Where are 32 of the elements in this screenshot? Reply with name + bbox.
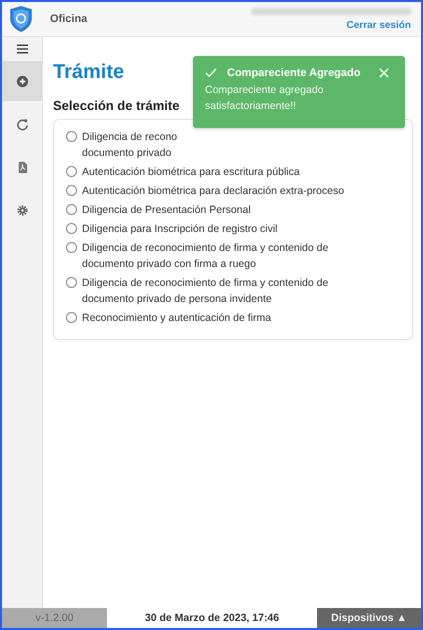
gear-icon: [16, 204, 28, 216]
option-label[interactable]: Autenticación biométrica para declaración extra-proceso: [82, 183, 344, 199]
date-time: 30 de Marzo de 2023, 17:46: [144, 611, 280, 626]
refresh-icon: [16, 118, 28, 130]
radio-button[interactable]: [66, 131, 77, 142]
radio-button[interactable]: [66, 204, 77, 215]
radio-button[interactable]: [66, 166, 77, 177]
office-title: Oficina: [50, 13, 88, 25]
check-icon: [205, 68, 217, 78]
version-label: v-1.2.00: [2, 608, 107, 628]
plus-circle-icon: [16, 74, 28, 88]
logout-link[interactable]: Cerrar sesión: [346, 20, 411, 30]
option-label[interactable]: Diligencia de Presentación Personal: [82, 202, 251, 218]
page-title: Trámite: [53, 61, 124, 84]
radio-button[interactable]: [66, 312, 77, 323]
option-label[interactable]: Diligencia de reconocimiento de firma y contenido de documento privado con firma a ruego: [82, 240, 328, 272]
option-label[interactable]: Diligencia de recono documento privado: [82, 129, 178, 161]
radio-button[interactable]: [66, 277, 77, 288]
option-label[interactable]: Diligencia para Inscripción de registro civil: [82, 221, 278, 237]
radio-button[interactable]: [66, 185, 77, 196]
close-icon[interactable]: [379, 68, 389, 78]
toast-title: Compareciente Agregado: [227, 67, 360, 79]
sidebar-item[interactable]: [2, 61, 42, 101]
radio-button[interactable]: [66, 242, 77, 253]
option-label[interactable]: Reconocimiento y autenticación de firma: [82, 310, 272, 326]
option-label[interactable]: Autenticación biométrica para escritura pública: [82, 164, 300, 180]
devices-button[interactable]: Dispositivos ▲: [317, 608, 421, 628]
toast-message: Compareciente agregado satisfactoriamente!!: [205, 83, 324, 114]
radio-button[interactable]: [66, 223, 77, 234]
option-label[interactable]: Diligencia de reconocimiento de firma y contenido de documento privado de persona invidente: [82, 275, 328, 307]
menu-icon[interactable]: [16, 43, 28, 55]
section-title: Selección de trámite: [53, 98, 180, 113]
